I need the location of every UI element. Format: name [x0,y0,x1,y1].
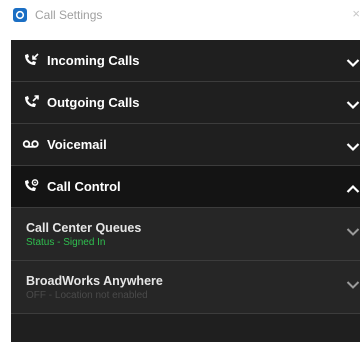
voicemail-icon [22,136,40,152]
status-text: Status - Signed In [26,237,106,248]
chevron-up-icon [346,181,360,193]
outgoing-call-icon [22,94,40,110]
title-bar: Call Settings × [0,0,360,30]
section-call-control[interactable]: Call Control [11,166,360,208]
chevron-down-icon [346,277,360,289]
call-control-icon [22,178,40,194]
section-incoming-calls[interactable]: Incoming Calls [11,40,360,82]
app-logo-icon [13,8,27,22]
broadworks-anywhere-item[interactable]: BroadWorks Anywhere OFF - Location not e… [11,261,360,314]
settings-panel: Incoming Calls Outgoing Calls Voicemail … [11,40,360,342]
section-label: Outgoing Calls [47,95,140,110]
status-text: OFF - Location not enabled [26,290,148,301]
item-label: BroadWorks Anywhere [26,274,163,288]
section-label: Voicemail [47,137,107,152]
chevron-down-icon [346,97,360,110]
item-label: Call Center Queues [26,221,142,235]
section-outgoing-calls[interactable]: Outgoing Calls [11,82,360,124]
incoming-call-icon [22,52,40,68]
close-icon[interactable]: × [352,7,360,21]
chevron-down-icon [346,139,360,152]
window-title: Call Settings [35,8,103,22]
chevron-down-icon [346,224,360,236]
chevron-down-icon [346,55,360,68]
section-voicemail[interactable]: Voicemail [11,124,360,166]
call-settings-window: Call Settings × Incoming Calls Outgoing … [0,0,360,342]
call-center-queues-item[interactable]: Call Center Queues Status - Signed In [11,208,360,261]
section-label: Call Control [47,179,121,194]
section-label: Incoming Calls [47,53,140,68]
